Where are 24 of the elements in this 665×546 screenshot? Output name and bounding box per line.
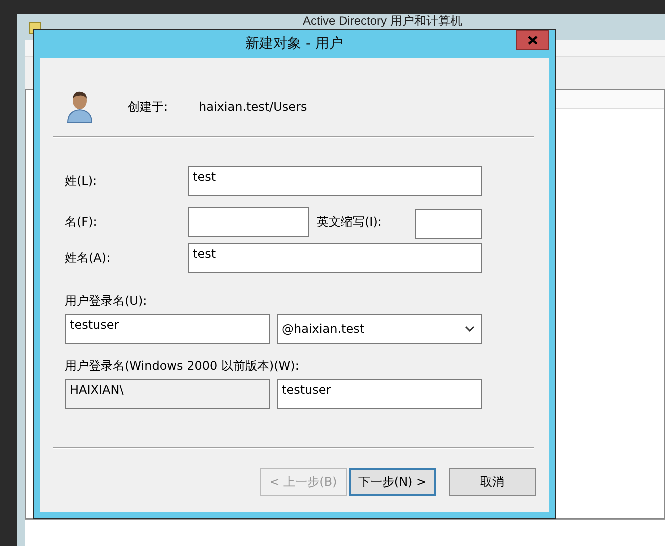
initials-field[interactable] <box>415 209 482 239</box>
caret-icon <box>465 326 475 332</box>
close-icon <box>528 36 538 44</box>
domain-dropdown[interactable]: @haixian.test <box>277 314 482 344</box>
created-in-label: 创建于: <box>128 98 170 116</box>
wizard-button[interactable]: 取消 <box>449 468 536 496</box>
domain-prefix-field[interactable]: HAIXIAN\ <box>65 379 270 409</box>
field-label: 姓(L): <box>65 172 98 190</box>
full-name-field[interactable]: test <box>188 243 482 273</box>
pre2000-name-field[interactable]: testuser <box>277 379 482 409</box>
window-title: Active Directory 用户和计算机 <box>303 14 462 28</box>
field-label: 用户登录名(Windows 2000 以前版本)(W): <box>65 358 300 375</box>
first-name-field[interactable] <box>188 207 309 237</box>
wizard-button[interactable]: 下一步(N) > <box>349 468 436 496</box>
field-label: 用户登录名(U): <box>65 293 148 310</box>
field-label: 名(F): <box>65 214 98 230</box>
dialog-title: 新建对象 - 用户 <box>246 35 344 53</box>
field-label: 英文缩写(I): <box>317 214 383 230</box>
last-name-field[interactable]: test <box>188 166 482 196</box>
user-icon <box>66 90 94 124</box>
logon-name-field[interactable]: testuser <box>65 314 270 344</box>
close-button[interactable] <box>516 30 549 50</box>
field-label: 姓名(A): <box>65 250 112 266</box>
created-in-path: haixian.test/Users <box>199 100 308 114</box>
